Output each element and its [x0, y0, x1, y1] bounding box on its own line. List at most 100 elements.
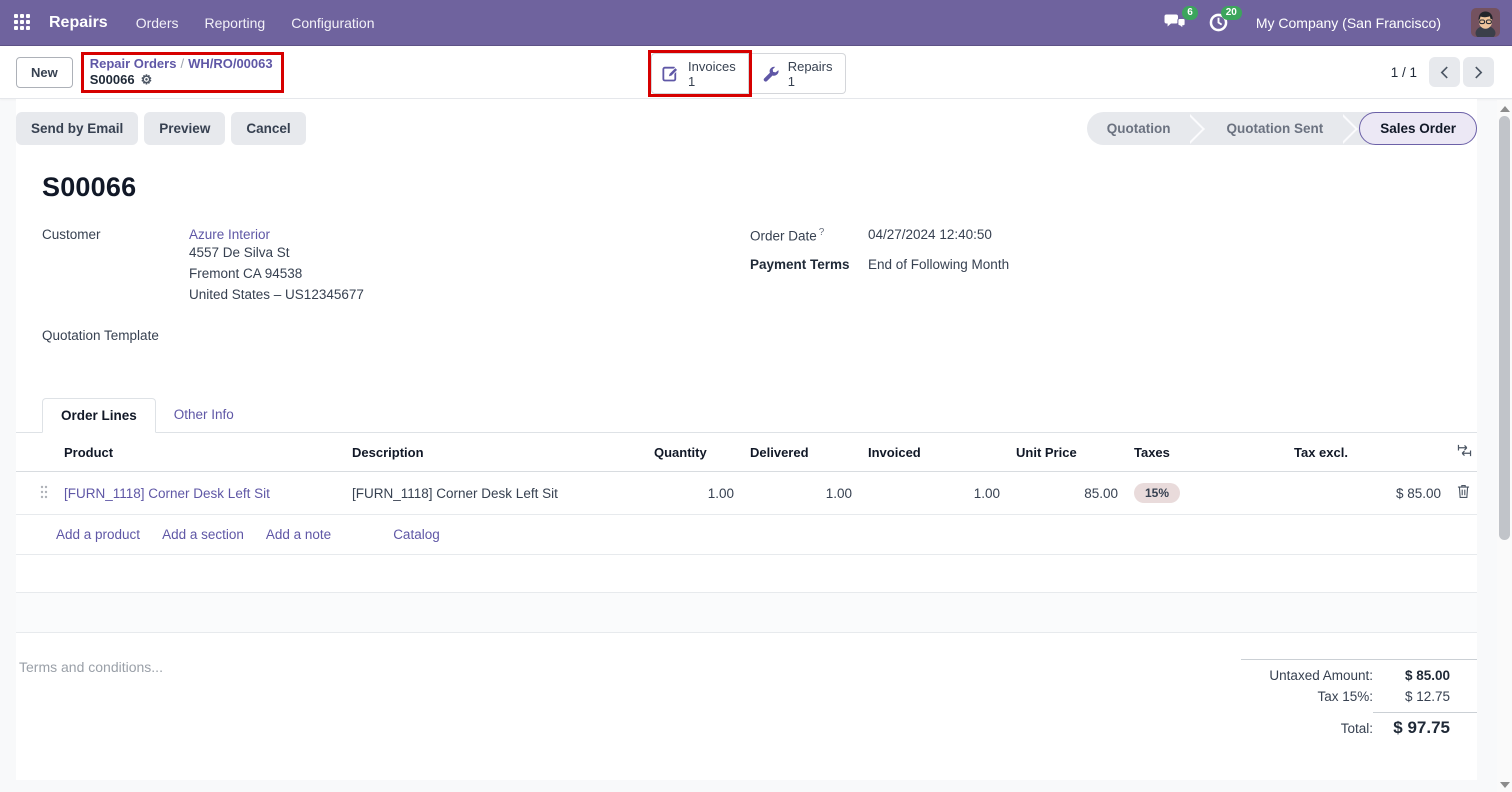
pager-next-button[interactable] [1463, 57, 1494, 87]
cell-description[interactable]: [FURN_1118] Corner Desk Left Sit [344, 472, 646, 515]
tab-order-lines[interactable]: Order Lines [42, 398, 156, 433]
quotation-template-label: Quotation Template [42, 328, 189, 343]
breadcrumb-repair-order-ref[interactable]: WH/RO/00063 [188, 56, 273, 71]
status-separator-icon [1190, 112, 1206, 145]
chevron-left-icon [1440, 66, 1449, 79]
cancel-button[interactable]: Cancel [231, 112, 305, 145]
cell-invoiced[interactable]: 1.00 [860, 472, 1008, 515]
col-unit-price: Unit Price [1008, 433, 1126, 472]
untaxed-amount-label: Untaxed Amount: [1269, 668, 1373, 683]
untaxed-amount-value: $ 85.00 [1373, 668, 1477, 683]
order-date-label-text: Order Date [750, 229, 817, 244]
customer-link[interactable]: Azure Interior [189, 227, 270, 242]
cell-unit-price[interactable]: 85.00 [1008, 472, 1126, 515]
terms-and-conditions-field[interactable]: Terms and conditions... [16, 659, 163, 744]
col-product: Product [56, 433, 344, 472]
breadcrumb: Repair Orders/WH/RO/00063 S00066 ⚙ [90, 56, 273, 88]
tab-other-info[interactable]: Other Info [156, 398, 252, 432]
payment-terms-label: Payment Terms [750, 257, 868, 272]
menu-reporting[interactable]: Reporting [205, 15, 266, 31]
activities-clock-icon[interactable]: 20 [1208, 12, 1232, 34]
product-link[interactable]: [FURN_1118] Corner Desk Left Sit [64, 486, 270, 501]
repairs-smart-button[interactable]: Repairs 1 [752, 53, 846, 94]
messages-badge: 6 [1182, 6, 1198, 20]
delete-line-trash-icon[interactable] [1457, 484, 1470, 499]
col-tax-excl: Tax excl. [1286, 433, 1449, 472]
breadcrumb-current: S00066 [90, 72, 135, 88]
cell-delivered[interactable]: 1.00 [742, 472, 860, 515]
order-date-label: Order Date? [750, 227, 868, 244]
status-separator-icon [1343, 112, 1359, 145]
new-button[interactable]: New [16, 57, 73, 88]
content-area: Send by Email Preview Cancel Quotation Q… [0, 99, 1512, 792]
status-sales-order[interactable]: Sales Order [1359, 112, 1477, 145]
customer-address: 4557 De Silva St Fremont CA 94538 United… [189, 242, 364, 305]
breadcrumb-separator: / [176, 56, 188, 71]
user-avatar[interactable] [1471, 8, 1500, 37]
systray: 6 20 My Company (San Francisco) [1164, 8, 1500, 37]
col-description: Description [344, 433, 646, 472]
cell-tax-excl: $ 85.00 [1286, 472, 1449, 515]
actions-gear-icon[interactable]: ⚙ [141, 72, 153, 88]
order-lines-table: Product Description Quantity Delivered I… [16, 433, 1477, 633]
chevron-right-icon [1474, 66, 1483, 79]
invoices-smart-button[interactable]: Invoices 1 [651, 53, 749, 94]
col-quantity: Quantity [646, 433, 742, 472]
pager-previous-button[interactable] [1429, 57, 1460, 87]
app-name[interactable]: Repairs [49, 14, 108, 32]
apps-menu-icon[interactable] [14, 14, 31, 31]
scrollbar-thumb[interactable] [1499, 116, 1510, 540]
form-sheet: Send by Email Preview Cancel Quotation Q… [16, 99, 1477, 780]
menu-orders[interactable]: Orders [136, 15, 179, 31]
drag-handle-icon[interactable] [40, 485, 48, 499]
cell-quantity[interactable]: 1.00 [646, 472, 742, 515]
empty-row [16, 593, 1477, 633]
statusbar: Quotation Quotation Sent Sales Order [1087, 112, 1477, 145]
company-switcher[interactable]: My Company (San Francisco) [1256, 15, 1441, 31]
messages-icon[interactable]: 6 [1164, 12, 1188, 34]
tax-badge[interactable]: 15% [1134, 483, 1180, 503]
col-delivered: Delivered [742, 433, 860, 472]
order-title: S00066 [42, 172, 1477, 203]
scroll-up-icon[interactable] [1500, 106, 1510, 112]
invoice-pencil-icon [662, 65, 680, 83]
table-header-row: Product Description Quantity Delivered I… [16, 433, 1477, 472]
preview-button[interactable]: Preview [144, 112, 225, 145]
invoices-label: Invoices [688, 59, 736, 74]
tax-label: Tax 15%: [1317, 689, 1373, 704]
help-question-icon: ? [819, 227, 825, 238]
status-quotation[interactable]: Quotation [1087, 112, 1191, 145]
menu-configuration[interactable]: Configuration [291, 15, 374, 31]
order-date-value[interactable]: 04/27/2024 12:40:50 [868, 227, 992, 244]
pager-value: 1 / 1 [1391, 65, 1417, 80]
catalog-link[interactable]: Catalog [393, 527, 440, 542]
address-line: Fremont CA 94538 [189, 263, 364, 284]
total-label: Total: [1341, 721, 1373, 736]
payment-terms-value[interactable]: End of Following Month [868, 257, 1009, 272]
top-navbar: Repairs Orders Reporting Configuration 6… [0, 0, 1512, 46]
empty-row [16, 555, 1477, 593]
activities-badge: 20 [1221, 6, 1242, 20]
notebook-tabs: Order Lines Other Info [16, 398, 1477, 433]
scroll-down-icon[interactable] [1500, 782, 1510, 788]
add-a-note-link[interactable]: Add a note [266, 527, 331, 542]
invoices-count: 1 [688, 74, 736, 89]
total-value: $ 97.75 [1373, 712, 1477, 738]
status-quotation-sent[interactable]: Quotation Sent [1206, 112, 1343, 145]
col-invoiced: Invoiced [860, 433, 1008, 472]
add-a-product-link[interactable]: Add a product [56, 527, 140, 542]
repairs-count: 1 [788, 74, 833, 89]
customer-label: Customer [42, 227, 189, 305]
address-line: 4557 De Silva St [189, 242, 364, 263]
optional-columns-icon[interactable] [1457, 444, 1472, 457]
vertical-scrollbar[interactable] [1497, 100, 1512, 792]
repairs-label: Repairs [788, 59, 833, 74]
add-a-section-link[interactable]: Add a section [162, 527, 244, 542]
send-by-email-button[interactable]: Send by Email [16, 112, 138, 145]
address-line: United States – US12345677 [189, 284, 364, 305]
order-line-row[interactable]: [FURN_1118] Corner Desk Left Sit [FURN_1… [16, 472, 1477, 515]
highlight-box-invoices: Invoices 1 [648, 50, 752, 97]
line-actions-row: Add a product Add a section Add a note C… [16, 515, 1477, 555]
breadcrumb-repair-orders[interactable]: Repair Orders [90, 56, 177, 71]
totals-block: Untaxed Amount: $ 85.00 Tax 15%: $ 12.75… [1241, 659, 1477, 744]
